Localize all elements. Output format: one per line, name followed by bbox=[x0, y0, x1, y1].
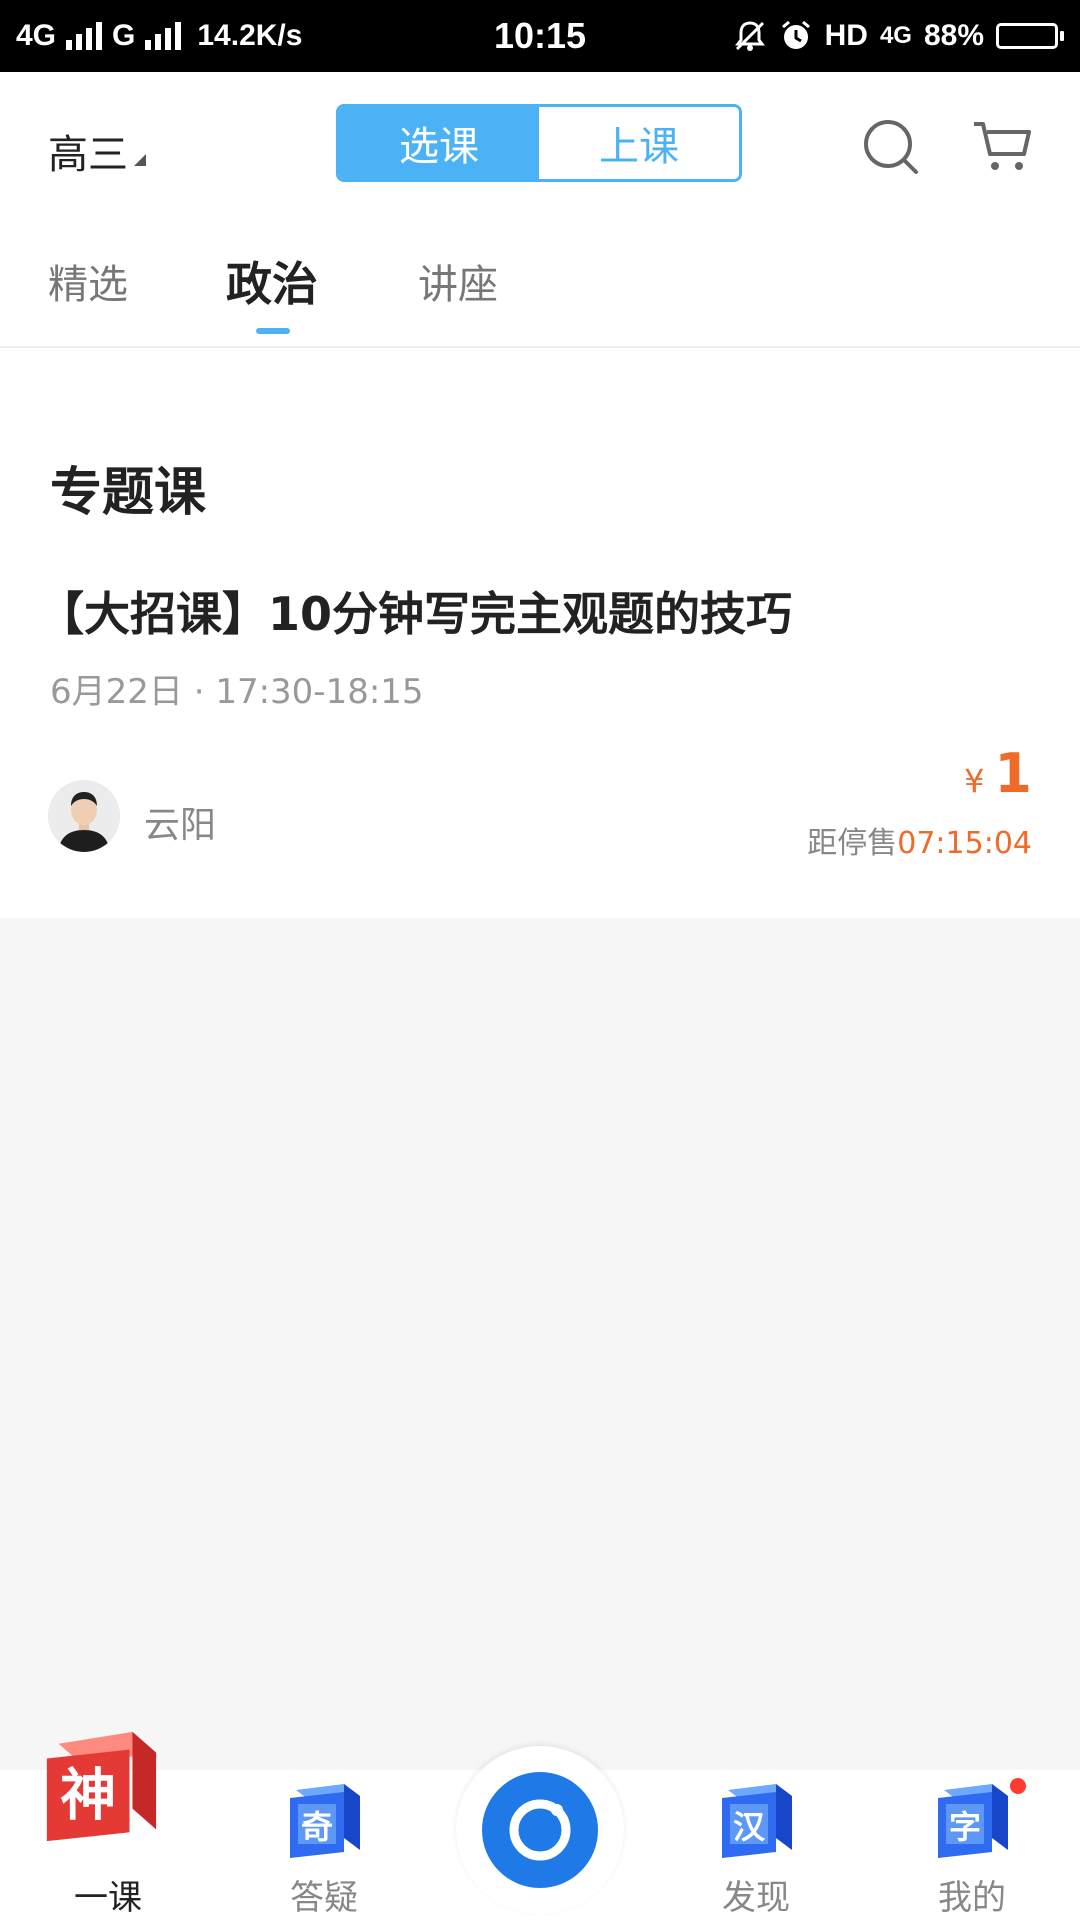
status-bar: 4G G 14.2K/s 10:15 HD 4G 88% bbox=[0, 0, 1080, 72]
svg-text:字: 字 bbox=[949, 1808, 981, 1846]
caret-down-icon bbox=[134, 154, 146, 166]
price-value: 1 bbox=[994, 742, 1032, 805]
segment-attend-class[interactable]: 上课 bbox=[539, 107, 739, 179]
subject-tabs: 精选 政治 讲座 bbox=[0, 222, 1080, 348]
course-title: 【大招课】10分钟写完主观题的技巧 bbox=[38, 587, 793, 641]
course-section: 专题课 【大招课】10分钟写完主观题的技巧 6月22日 · 17:30-18:1… bbox=[0, 348, 1080, 918]
tab-lecture[interactable]: 讲座 bbox=[418, 252, 498, 310]
nav-label-qa: 答疑 bbox=[290, 1878, 358, 1918]
camera-icon bbox=[482, 1772, 598, 1888]
grade-label: 高三 bbox=[48, 132, 128, 178]
svg-text:神: 神 bbox=[60, 1764, 116, 1829]
battery-percent: 88% bbox=[923, 19, 984, 52]
bell-off-icon bbox=[734, 21, 765, 51]
nav-item-qa[interactable]: 奇 答疑 bbox=[216, 1770, 432, 1920]
course-time: 6月22日 · 17:30-18:15 bbox=[50, 672, 424, 712]
active-tab-indicator bbox=[256, 328, 290, 334]
nav-item-discover[interactable]: 汉 发现 bbox=[648, 1770, 864, 1920]
cube-zi-icon: 字 bbox=[938, 1784, 1008, 1858]
search-icon[interactable] bbox=[858, 114, 924, 180]
top-header: 高三 选课 上课 bbox=[0, 72, 1080, 222]
tab-featured[interactable]: 精选 bbox=[48, 252, 128, 310]
svg-text:汉: 汉 bbox=[733, 1808, 766, 1846]
camera-button[interactable] bbox=[456, 1746, 624, 1914]
nav-label-course: 一课 bbox=[74, 1878, 142, 1918]
course-price: ¥ 1 bbox=[964, 742, 1032, 805]
notification-badge bbox=[1010, 1778, 1026, 1794]
nav-label-mine: 我的 bbox=[938, 1878, 1006, 1918]
cube-shen-icon: 神 bbox=[46, 1731, 157, 1842]
grade-selector[interactable]: 高三 bbox=[48, 122, 146, 180]
mode-segmented-control: 选课 上课 bbox=[336, 104, 742, 182]
price-currency: ¥ bbox=[964, 762, 985, 800]
cart-icon[interactable] bbox=[970, 114, 1036, 180]
sale-countdown: 距停售07:15:04 bbox=[807, 818, 1032, 862]
countdown-prefix: 距停售 bbox=[807, 826, 898, 861]
teacher-name: 云阳 bbox=[144, 805, 217, 846]
hd-indicator: HD bbox=[824, 19, 868, 52]
status-right: HD 4G 88% bbox=[733, 0, 1064, 72]
countdown-time: 07:15:04 bbox=[897, 826, 1032, 861]
section-title: 专题课 bbox=[50, 463, 207, 523]
cube-qi-icon: 奇 bbox=[290, 1784, 360, 1858]
nav-item-course[interactable]: 神 一课 bbox=[0, 1731, 216, 1920]
bottom-nav: 神 一课 奇 答疑 汉 发现 字 我的 bbox=[0, 1731, 1080, 1920]
tab-politics[interactable]: 政治 bbox=[226, 248, 318, 314]
nav-label-discover: 发现 bbox=[722, 1878, 790, 1918]
alarm-clock-icon bbox=[781, 20, 810, 49]
battery-icon bbox=[996, 23, 1064, 49]
lte-indicator: 4G bbox=[879, 22, 912, 49]
segment-select-course[interactable]: 选课 bbox=[339, 107, 539, 179]
cube-han-icon: 汉 bbox=[722, 1784, 792, 1858]
svg-text:奇: 奇 bbox=[301, 1808, 333, 1846]
nav-item-mine[interactable]: 字 我的 bbox=[864, 1770, 1080, 1920]
teacher-avatar bbox=[48, 780, 120, 852]
